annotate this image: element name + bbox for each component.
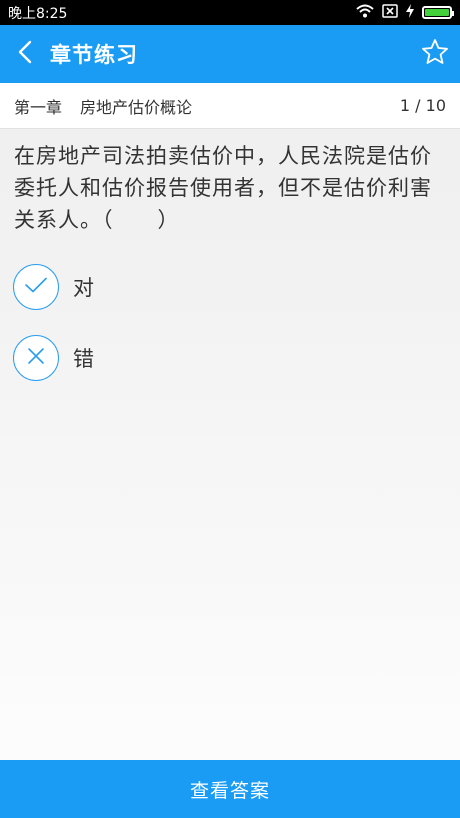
option-label: 错 (73, 347, 94, 371)
battery-icon (422, 6, 454, 19)
back-button[interactable] (0, 25, 50, 83)
status-icons (356, 3, 454, 22)
no-sim-icon (382, 3, 398, 22)
chevron-left-icon (18, 40, 32, 68)
option-circle[interactable] (13, 264, 59, 310)
question-text: 在房地产司法拍卖估价中，人民法院是估价委托人和估价报告使用者，但不是估价利害关系… (14, 144, 432, 232)
view-answer-button[interactable]: 查看答案 (0, 760, 460, 818)
option-false[interactable]: 错 (13, 335, 94, 381)
option-circle[interactable] (13, 335, 59, 381)
chapter-number: 第一章 (14, 97, 63, 117)
page-title: 章节练习 (50, 43, 138, 67)
status-time: 晚上8:25 (8, 5, 68, 22)
cross-icon (27, 347, 45, 369)
app-bar: 章节练习 (0, 25, 460, 83)
favorite-button[interactable] (410, 25, 460, 83)
wifi-icon (356, 4, 374, 22)
question-progress: 1 / 10 (399, 96, 446, 115)
check-icon (24, 276, 48, 298)
star-icon (421, 38, 449, 70)
chapter-info: 第一章 房地产估价概论 (14, 94, 192, 118)
chapter-bar: 第一章 房地产估价概论 1 / 10 (0, 83, 460, 129)
charging-icon (406, 3, 414, 22)
option-true[interactable]: 对 (13, 264, 94, 310)
chapter-name: 房地产估价概论 (80, 97, 193, 117)
status-bar: 晚上8:25 (0, 0, 460, 25)
option-label: 对 (73, 276, 94, 300)
